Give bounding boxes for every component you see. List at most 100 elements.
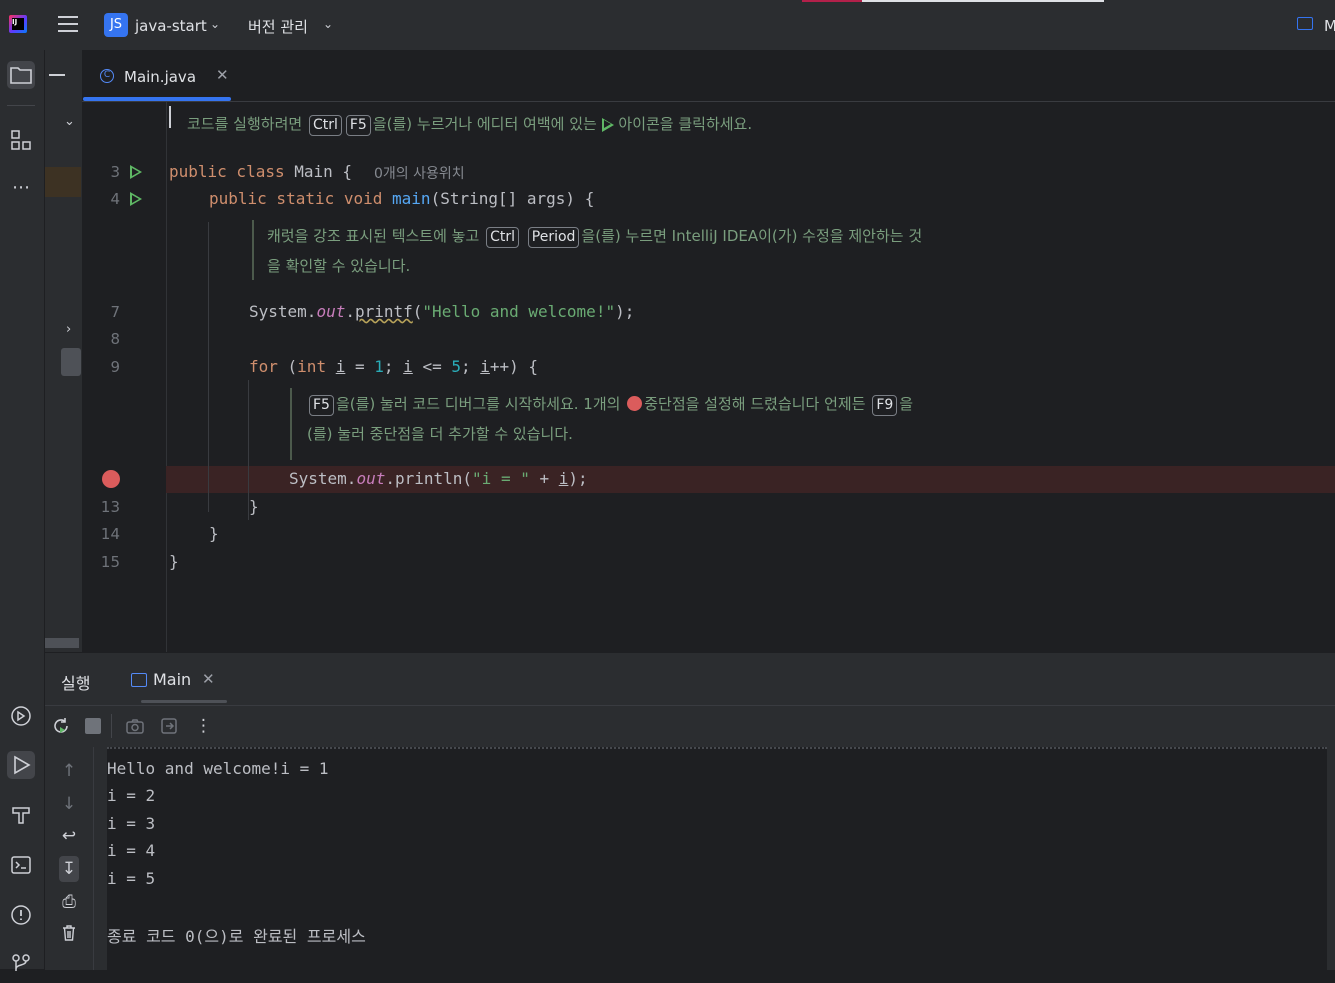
breakpoint-icon[interactable] [102, 470, 120, 488]
tab-label: Main.java [124, 68, 197, 86]
doc-comment-bar [290, 388, 292, 460]
chevron-right-icon[interactable]: › [66, 322, 71, 337]
git-icon[interactable] [7, 949, 35, 977]
code-text: ( [277, 357, 298, 376]
structure-icon[interactable] [7, 126, 35, 154]
hint-text: 아이콘을 클릭하세요. [618, 115, 753, 133]
trash-icon[interactable] [59, 924, 79, 947]
print-icon[interactable]: ⎙ [59, 892, 79, 912]
terminal-icon[interactable] [7, 851, 35, 879]
run-config-icon[interactable] [1297, 17, 1313, 30]
main-menu-icon[interactable] [58, 16, 78, 34]
kbd-f5: F5 [345, 115, 371, 136]
folder-icon[interactable] [7, 61, 35, 89]
code-line-9[interactable]: for (int i = 1; i <= 5; i++) { [249, 357, 538, 376]
arrow-down-icon[interactable]: ↓ [59, 794, 79, 814]
code-text: .println( [385, 469, 473, 488]
inline-hint-caret-cont: 을 확인할 수 있습니다. [267, 257, 411, 275]
gutter-separator [166, 102, 167, 652]
intellij-logo-icon[interactable]: IJ [9, 15, 27, 33]
code-line-15[interactable]: } [169, 552, 179, 571]
hint-text: 을(를) 누르거나 에디터 여백에 있는 [372, 115, 597, 133]
code-line-14[interactable]: } [209, 524, 219, 543]
run-config-label[interactable]: M [1324, 17, 1335, 35]
line-number: 4 [110, 190, 120, 208]
project-chevron-down-icon[interactable]: ⌄ [210, 17, 220, 31]
rerun-icon[interactable] [51, 716, 71, 741]
title-bar: IJ JS java-start ⌄ 버전 관리 ⌄ M [0, 0, 1335, 50]
keyword: int [297, 357, 327, 376]
class-name: Main { [294, 162, 353, 181]
code-text: . [345, 302, 355, 321]
breakpoint-icon [627, 396, 643, 411]
code-text: ; [383, 357, 404, 376]
chevron-down-icon[interactable]: ⌄ [64, 114, 75, 129]
close-icon[interactable]: ✕ [202, 670, 215, 688]
doc-comment-bar [252, 220, 254, 280]
method-name: main [392, 189, 431, 208]
scroll-to-end-icon[interactable]: ↧ [59, 856, 79, 882]
project-name[interactable]: java-start [135, 17, 207, 35]
hint-text: 캐럿을 강조 표시된 텍스트에 놓고 [267, 227, 480, 245]
problems-icon[interactable] [7, 901, 35, 929]
minimize-icon[interactable] [49, 74, 65, 76]
stop-icon[interactable] [85, 718, 101, 734]
string-literal: "i = " [472, 469, 530, 488]
line-number: 13 [100, 498, 120, 516]
keyword: public class [169, 162, 295, 181]
variable: i [335, 357, 346, 376]
inline-hint-debug-cont: (를) 눌러 중단점을 더 추가할 수 있습니다. [307, 425, 573, 443]
hint-text: 코드를 실행하려면 [187, 115, 303, 133]
tab-main[interactable]: Main [153, 670, 191, 689]
more-icon[interactable]: ⋮ [195, 716, 212, 736]
variable: i [480, 357, 490, 376]
code-line-3[interactable]: public class Main { [169, 162, 352, 181]
code-text: + [529, 469, 559, 488]
soft-wrap-icon[interactable]: ↩ [59, 826, 79, 846]
services-icon[interactable] [7, 702, 35, 730]
kbd-f5: F5 [309, 395, 334, 416]
project-badge[interactable]: JS [104, 13, 128, 37]
code-text: System. [289, 469, 357, 488]
vcs-chevron-down-icon[interactable]: ⌄ [323, 17, 333, 31]
logo-text: IJ [12, 18, 24, 30]
code-line-13[interactable]: } [249, 497, 259, 516]
build-icon[interactable] [7, 801, 35, 829]
code-line-4[interactable]: public static void main(String[] args) { [209, 189, 594, 208]
static-field: out [316, 302, 346, 321]
kbd-f9: F9 [872, 395, 898, 416]
static-field: out [356, 469, 386, 488]
run-icon[interactable] [7, 751, 35, 779]
exit-icon[interactable] [159, 716, 179, 741]
line-number: 14 [100, 525, 120, 543]
run-panel-title: 실행 [61, 674, 91, 693]
code-text: ++) { [489, 357, 539, 376]
usages-hint[interactable]: 0개의 사용위치 [374, 163, 465, 183]
string-literal: "Hello and welcome!" [422, 302, 616, 321]
panel-scroll-thumb[interactable] [61, 348, 81, 376]
indent-guide [208, 222, 209, 512]
code-text: ); [568, 469, 588, 488]
code-text: ; [460, 357, 481, 376]
run-gutter-icon[interactable] [130, 165, 142, 179]
keyword: public static void [209, 189, 393, 208]
code-line-7[interactable]: System.out.printf("Hello and welcome!"); [249, 302, 634, 321]
toolbar-separator [111, 714, 112, 738]
run-gutter-icon[interactable] [130, 192, 142, 206]
close-icon[interactable]: ✕ [216, 66, 229, 84]
vcs-menu[interactable]: 버전 관리 [248, 16, 308, 37]
console-line: i = 4 [107, 841, 156, 860]
kbd-period: Period [527, 227, 580, 248]
code-line-12[interactable]: System.out.println("i = " + i); [289, 469, 588, 488]
run-tool-window: 실행 Main ✕ ⋮ ↑ ↓ ↩ ↧ ⎙ Hello and welcome!… [45, 652, 1335, 970]
more-icon[interactable]: ⋯ [7, 174, 35, 202]
camera-icon[interactable] [125, 716, 145, 741]
run-icon [601, 117, 614, 132]
console-output[interactable]: Hello and welcome!i = 1 i = 2 i = 3 i = … [107, 747, 1327, 970]
horizontal-scrollbar[interactable] [45, 638, 79, 648]
line-number: 9 [110, 358, 120, 376]
code-text: = [345, 357, 375, 376]
arrow-up-icon[interactable]: ↑ [59, 761, 79, 781]
console-line: Hello and welcome!i = 1 [107, 759, 329, 778]
console-line: 종료 코드 0(으)로 완료된 프로세스 [107, 927, 366, 946]
